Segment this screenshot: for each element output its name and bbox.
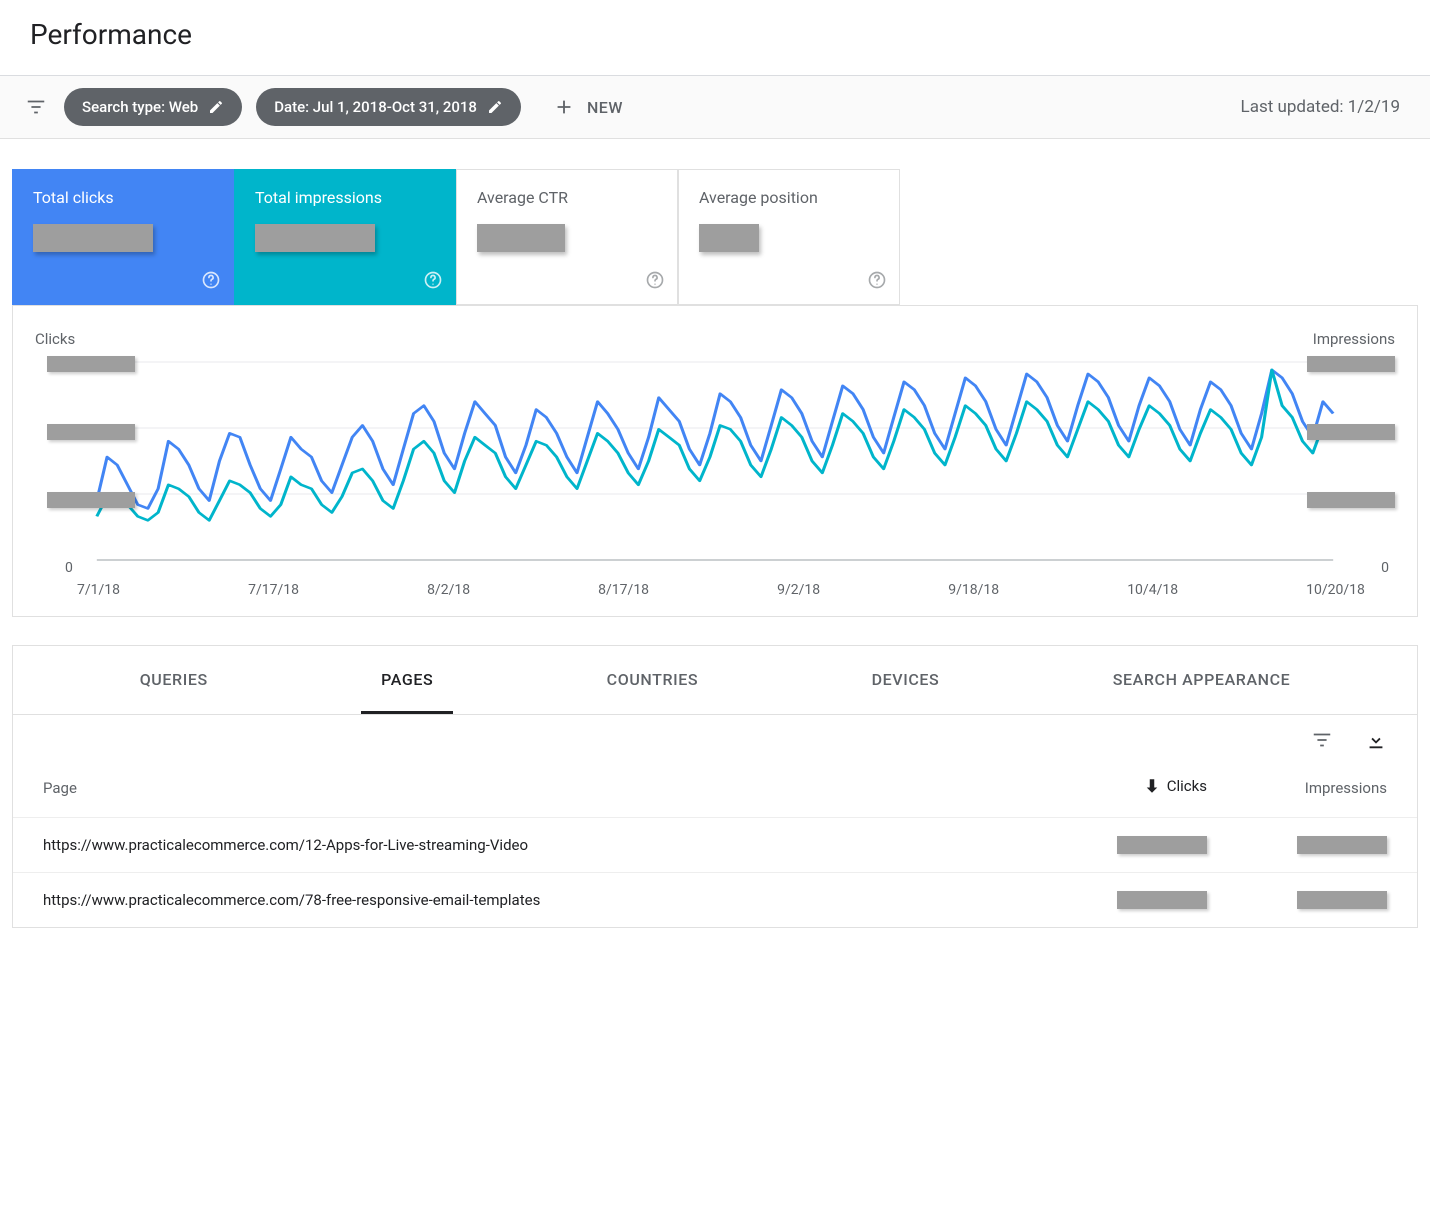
last-updated: Last updated: 1/2/19 xyxy=(1241,97,1408,117)
redacted-value xyxy=(1117,836,1207,854)
filter-icon[interactable] xyxy=(22,96,50,118)
metric-label: Total impressions xyxy=(255,188,435,207)
metric-card-average-ctr[interactable]: Average CTR xyxy=(456,169,678,305)
x-tick: 7/1/18 xyxy=(77,582,120,598)
tab-countries[interactable]: COUNTRIES xyxy=(587,646,719,714)
redacted-value xyxy=(33,224,153,252)
chart-right-axis-label: Impressions xyxy=(1313,330,1395,348)
metric-label: Average position xyxy=(699,188,879,207)
redacted-y-tick xyxy=(1307,492,1395,508)
plus-icon xyxy=(553,96,575,118)
help-icon[interactable] xyxy=(645,270,665,294)
help-icon[interactable] xyxy=(867,270,887,294)
col-page-header[interactable]: Page xyxy=(43,779,1027,797)
tab-queries[interactable]: QUERIES xyxy=(120,646,228,714)
table-row[interactable]: https://www.practicalecommerce.com/78-fr… xyxy=(13,872,1417,927)
metric-card-total-clicks[interactable]: Total clicks xyxy=(12,169,234,305)
chip-search-type[interactable]: Search type: Web xyxy=(64,88,242,126)
help-icon[interactable] xyxy=(201,270,221,294)
x-tick: 8/17/18 xyxy=(598,582,649,598)
chart-left-axis-label: Clicks xyxy=(35,330,75,348)
pencil-icon xyxy=(208,99,224,115)
redacted-y-tick xyxy=(1307,356,1395,372)
redacted-value xyxy=(1297,891,1387,909)
col-impressions-header[interactable]: Impressions xyxy=(1207,779,1387,797)
tab-devices[interactable]: DEVICES xyxy=(852,646,960,714)
chip-date-range-label: Date: Jul 1, 2018-Oct 31, 2018 xyxy=(274,98,477,116)
redacted-value xyxy=(1117,891,1207,909)
redacted-y-tick xyxy=(47,424,135,440)
redacted-y-tick xyxy=(47,356,135,372)
page-header: Performance xyxy=(0,0,1430,76)
table-row[interactable]: https://www.practicalecommerce.com/12-Ap… xyxy=(13,817,1417,872)
redacted-value xyxy=(1297,836,1387,854)
tab-search-appearance[interactable]: SEARCH APPEARANCE xyxy=(1093,646,1311,714)
chart-card: Clicks Impressions 0 0 7/1/18 7/17/18 8/2/… xyxy=(12,305,1418,617)
x-tick: 10/20/18 xyxy=(1306,582,1365,598)
metric-card-average-position[interactable]: Average position xyxy=(678,169,900,305)
y-zero-right: 0 xyxy=(1381,560,1389,576)
page-url: https://www.practicalecommerce.com/12-Ap… xyxy=(43,836,1027,854)
redacted-value xyxy=(477,224,565,252)
tabs: QUERIES PAGES COUNTRIES DEVICES SEARCH APPEA… xyxy=(13,646,1417,715)
chip-search-type-label: Search type: Web xyxy=(82,98,198,116)
line-chart xyxy=(35,354,1395,574)
x-tick: 10/4/18 xyxy=(1127,582,1178,598)
table-header-row: Page Clicks Impressions xyxy=(13,765,1417,817)
metric-label: Total clicks xyxy=(33,188,213,207)
chip-date-range[interactable]: Date: Jul 1, 2018-Oct 31, 2018 xyxy=(256,88,521,126)
page-url: https://www.practicalecommerce.com/78-fr… xyxy=(43,891,1027,909)
new-filter-button[interactable]: NEW xyxy=(553,96,623,118)
redacted-value xyxy=(255,224,375,252)
filter-bar: Search type: Web Date: Jul 1, 2018-Oct 3… xyxy=(0,76,1430,139)
redacted-y-tick xyxy=(47,492,135,508)
table-toolbar xyxy=(13,715,1417,765)
chart-area[interactable]: 0 0 xyxy=(35,354,1395,574)
download-icon[interactable] xyxy=(1365,729,1387,755)
y-zero-left: 0 xyxy=(65,560,73,576)
metrics-row: Total clicks Total impressions Average C… xyxy=(12,169,1418,305)
x-tick: 9/18/18 xyxy=(948,582,999,598)
metric-label: Average CTR xyxy=(477,188,657,207)
page-title: Performance xyxy=(30,18,1400,51)
chart-x-axis: 7/1/18 7/17/18 8/2/18 8/17/18 9/2/18 9/18/18 1… xyxy=(35,574,1395,598)
x-tick: 7/17/18 xyxy=(248,582,299,598)
col-clicks-header[interactable]: Clicks xyxy=(1027,777,1207,799)
redacted-value xyxy=(699,224,759,252)
table-filter-icon[interactable] xyxy=(1311,729,1333,755)
redacted-y-tick xyxy=(1307,424,1395,440)
arrow-down-icon xyxy=(1143,777,1161,795)
new-filter-label: NEW xyxy=(587,98,623,117)
help-icon[interactable] xyxy=(423,270,443,294)
metric-card-total-impressions[interactable]: Total impressions xyxy=(234,169,456,305)
tab-pages[interactable]: PAGES xyxy=(361,646,453,714)
x-tick: 8/2/18 xyxy=(427,582,470,598)
x-tick: 9/2/18 xyxy=(777,582,820,598)
table-card: QUERIES PAGES COUNTRIES DEVICES SEARCH APPEA… xyxy=(12,645,1418,928)
pencil-icon xyxy=(487,99,503,115)
col-clicks-label: Clicks xyxy=(1167,777,1207,795)
